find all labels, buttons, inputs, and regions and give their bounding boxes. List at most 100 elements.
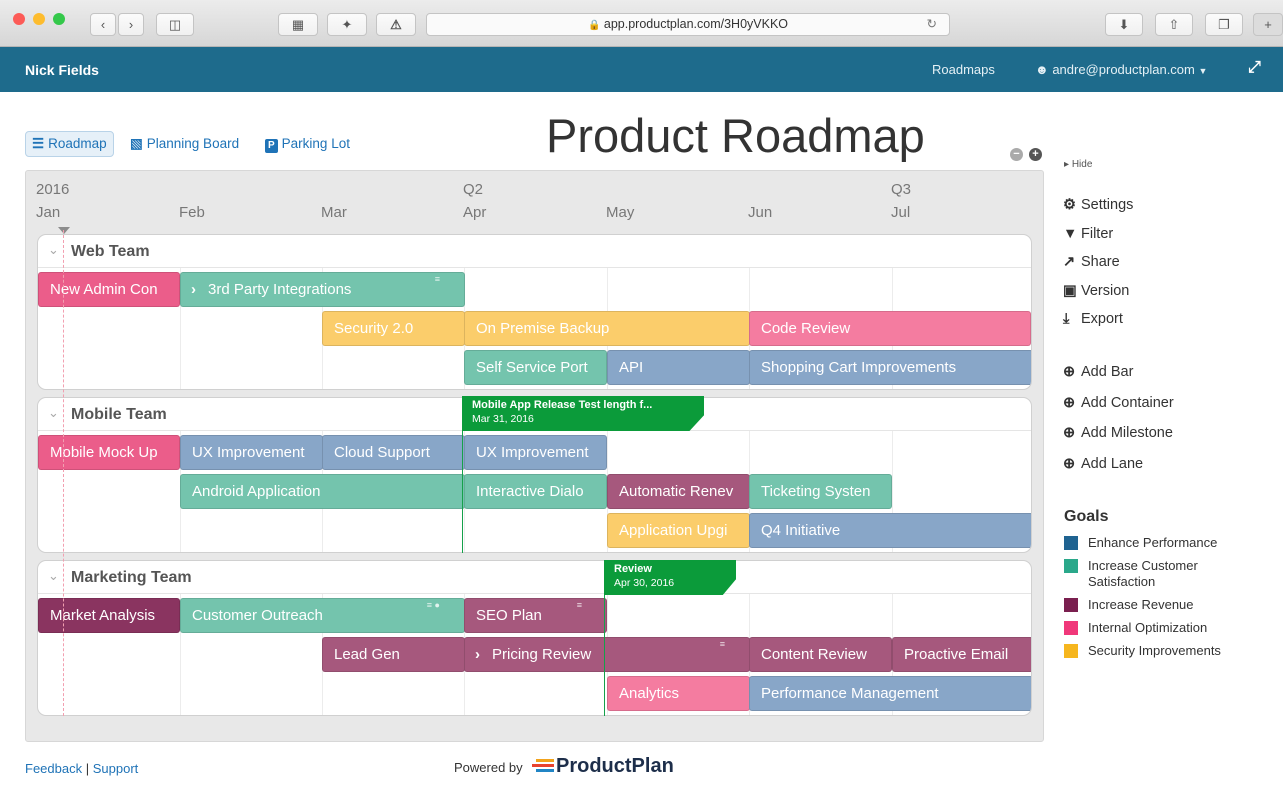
roadmap-bar[interactable]: Code Review	[749, 311, 1031, 346]
close-window-button[interactable]	[13, 13, 25, 25]
roadmap-bar[interactable]: API	[607, 350, 750, 385]
roadmap-bar[interactable]: Cloud Support	[322, 435, 465, 470]
roadmap-bar[interactable]: Automatic Renev	[607, 474, 750, 509]
roadmap-bar[interactable]: New Admin Con	[38, 272, 180, 307]
tabs-icon[interactable]: ❐	[1205, 13, 1243, 36]
roadmap-bar[interactable]: Lead Gen	[322, 637, 465, 672]
zoom-window-button[interactable]	[53, 13, 65, 25]
warning-icon[interactable]: ⚠	[376, 13, 416, 36]
roadmap-bar[interactable]: Shopping Cart Improvements	[749, 350, 1031, 385]
back-icon[interactable]: ‹	[90, 13, 116, 36]
user-name: Nick Fields	[25, 62, 99, 78]
roadmap-bar[interactable]: Analytics	[607, 676, 750, 711]
goal-label: Enhance Performance	[1088, 535, 1218, 550]
filter-icon: ▼	[1063, 226, 1078, 242]
share-button[interactable]: ↗ Share	[1063, 254, 1120, 270]
roadmap-bar[interactable]: Mobile Mock Up	[38, 435, 180, 470]
roadmap-bar[interactable]: › 3rd Party Integrations ≡	[180, 272, 465, 307]
bar-label: SEO Plan	[476, 607, 542, 624]
sidebar-toggle-icon[interactable]: ◫	[156, 13, 194, 36]
footer-links: Feedback | Support	[25, 761, 138, 776]
tab-planning-board[interactable]: ▧ Planning Board	[130, 131, 239, 157]
productplan-logo[interactable]: ProductPlan	[532, 755, 674, 778]
extension-icon[interactable]: ▦	[278, 13, 318, 36]
month-label: Jul	[891, 204, 911, 221]
goal-swatch	[1064, 621, 1078, 635]
add-container-label: Add Container	[1081, 395, 1174, 411]
feedback-link[interactable]: Feedback	[25, 761, 82, 776]
roadmap-bar[interactable]: Android Application	[180, 474, 465, 509]
roadmap-bar[interactable]: Market Analysis	[38, 598, 180, 633]
zoom-in-icon[interactable]: +	[1029, 148, 1042, 161]
drag-handle-icon[interactable]: ≡	[435, 275, 440, 284]
timeline-panel: 2016 Q2 Q3 Jan Feb Mar Apr May Jun Jul ⌄…	[25, 170, 1044, 742]
lane-header[interactable]: ⌄ Marketing Team	[38, 561, 1031, 594]
page-title: Product Roadmap	[546, 109, 925, 162]
chevron-down-icon[interactable]: ⌄	[48, 242, 59, 258]
milestone-date: Mar 31, 2016	[472, 413, 534, 425]
roadmaps-link[interactable]: Roadmaps	[932, 62, 995, 77]
tab-roadmap[interactable]: ☰ Roadmap	[25, 131, 114, 157]
bar-label: Pricing Review	[492, 646, 592, 663]
add-container-button[interactable]: ⊕ Add Container	[1063, 395, 1174, 411]
roadmap-bar[interactable]: Proactive Email	[892, 637, 1031, 672]
roadmap-bar[interactable]: Application Upgi	[607, 513, 750, 548]
version-button[interactable]: ▣ Version	[1063, 283, 1129, 299]
drag-handle-icon[interactable]: ≡ ●	[427, 601, 440, 610]
minimize-window-button[interactable]	[33, 13, 45, 25]
roadmap-bar[interactable]: UX Improvement	[180, 435, 323, 470]
fullscreen-icon[interactable]: ⤢	[1248, 59, 1261, 77]
roadmap-bar[interactable]: Customer Outreach ≡ ●	[180, 598, 465, 633]
chevron-down-icon[interactable]: ⌄	[48, 405, 59, 421]
url-text: app.productplan.com/3H0yVKKO	[603, 17, 789, 31]
goal-label: Security Improvements	[1088, 643, 1221, 658]
share-icon[interactable]: ⇧	[1155, 13, 1193, 36]
export-button[interactable]: ⤓ Export	[1063, 311, 1123, 327]
milestone-flag[interactable]: Review Apr 30, 2016	[604, 560, 736, 595]
expand-arrow-icon[interactable]: ›	[475, 646, 480, 663]
expand-arrow-icon[interactable]: ›	[191, 281, 196, 298]
roadmap-bar[interactable]: SEO Plan ≡	[464, 598, 607, 633]
zoom-out-icon[interactable]: −	[1010, 148, 1023, 161]
download-icon[interactable]: ⬇	[1105, 13, 1143, 36]
parking-icon: P	[265, 139, 278, 153]
roadmap-bar[interactable]: Performance Management	[749, 676, 1031, 711]
filter-button[interactable]: ▼ Filter	[1063, 226, 1113, 242]
lane-marketing-team: ⌄ Marketing Team Market Analysis Custome…	[37, 560, 1032, 716]
roadmap-bar[interactable]: Q4 Initiative	[749, 513, 1031, 548]
roadmap-bar[interactable]: On Premise Backup	[464, 311, 750, 346]
roadmap-bar[interactable]: Self Service Port	[464, 350, 607, 385]
add-lane-button[interactable]: ⊕ Add Lane	[1063, 456, 1143, 472]
lane-header[interactable]: ⌄ Web Team	[38, 235, 1031, 268]
account-menu[interactable]: ☻ andre@productplan.com ▼	[1035, 62, 1207, 77]
settings-button[interactable]: ⚙ Settings	[1063, 197, 1133, 213]
add-milestone-button[interactable]: ⊕ Add Milestone	[1063, 425, 1173, 441]
drag-handle-icon[interactable]: ≡	[577, 601, 582, 610]
roadmap-bar[interactable]: Interactive Dialo	[464, 474, 607, 509]
address-bar[interactable]: 🔒 app.productplan.com/3H0yVKKO ↻	[426, 13, 950, 36]
month-label: Jun	[748, 204, 773, 221]
wand-icon[interactable]: ✦	[327, 13, 367, 36]
brand-name: ProductPlan	[556, 755, 674, 777]
drag-handle-icon[interactable]: ≡	[720, 640, 725, 649]
milestone-flag[interactable]: Mobile App Release Test length f... Mar …	[462, 396, 704, 431]
add-bar-button[interactable]: ⊕ Add Bar	[1063, 364, 1133, 380]
reload-icon[interactable]: ↻	[927, 14, 937, 35]
plus-circle-icon: ⊕	[1063, 456, 1076, 472]
chevron-down-icon[interactable]: ⌄	[48, 568, 59, 584]
support-link[interactable]: Support	[93, 761, 139, 776]
export-label: Export	[1081, 311, 1123, 327]
share-icon: ↗	[1063, 254, 1076, 270]
roadmap-bar[interactable]: Ticketing Systen	[749, 474, 892, 509]
forward-icon[interactable]: ›	[118, 13, 144, 36]
hide-sidebar-toggle[interactable]: ▸ Hide	[1064, 159, 1092, 170]
roadmap-bar[interactable]: Content Review	[749, 637, 892, 672]
tab-parking-lot[interactable]: P Parking Lot	[265, 131, 350, 157]
roadmap-bar[interactable]: › Pricing Review ≡	[464, 637, 750, 672]
caret-right-icon: ▸	[1064, 159, 1070, 170]
roadmap-bar[interactable]: Security 2.0	[322, 311, 465, 346]
new-tab-icon[interactable]: +	[1253, 13, 1283, 36]
browser-toolbar: ‹ › ◫ ▦ ✦ ⚠ 🔒 app.productplan.com/3H0yVK…	[0, 0, 1283, 47]
footer-separator: |	[85, 761, 90, 776]
roadmap-bar[interactable]: UX Improvement	[464, 435, 607, 470]
